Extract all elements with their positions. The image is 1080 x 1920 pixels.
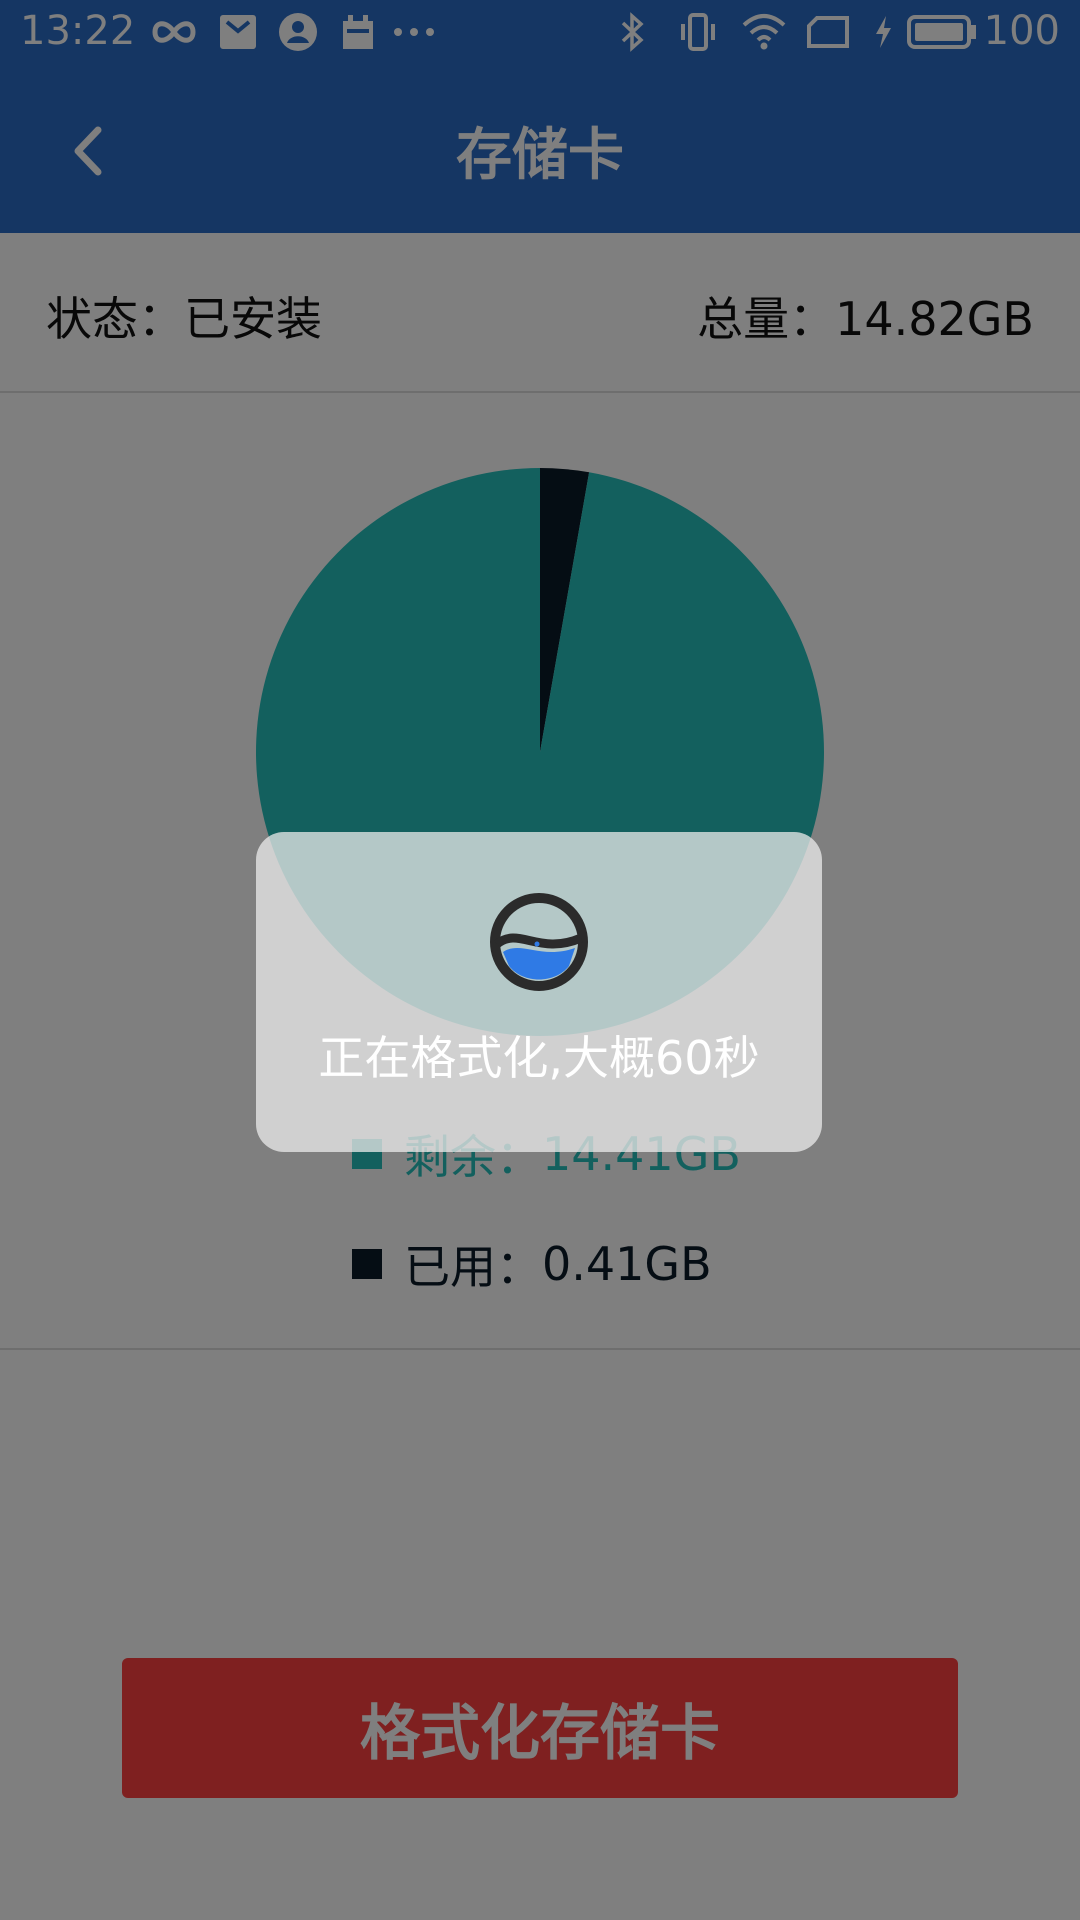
loading-toast: 正在格式化,大概60秒: [256, 832, 822, 1152]
toast-message: 正在格式化,大概60秒: [318, 1031, 760, 1085]
app-logo-icon: [490, 893, 588, 991]
